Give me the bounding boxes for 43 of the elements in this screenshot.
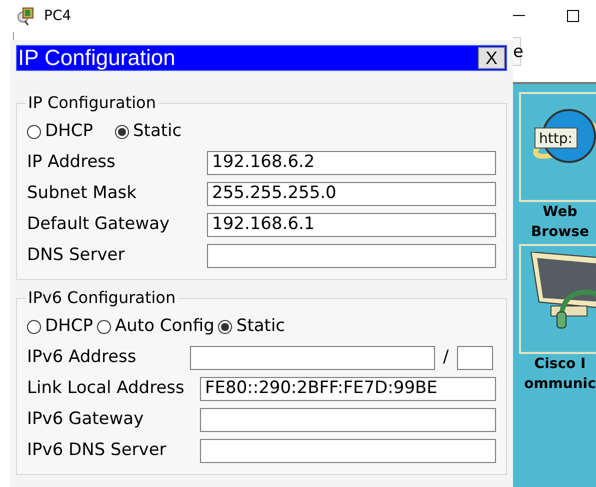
app-tile[interactable]: http: xyxy=(519,92,596,202)
input-field[interactable] xyxy=(200,408,496,432)
app-tile[interactable] xyxy=(519,244,596,354)
input-field[interactable]: 255.255.255.0 xyxy=(207,182,496,206)
group-title: IPv6 Configuration xyxy=(27,287,177,309)
radio-button[interactable] xyxy=(97,320,111,334)
radio-button[interactable] xyxy=(27,125,41,139)
input-field[interactable]: FE80::290:2BFF:FE7D:99BE xyxy=(200,376,496,400)
field-label: IP Address xyxy=(27,150,116,174)
radio-button[interactable] xyxy=(27,320,41,334)
input-field[interactable] xyxy=(207,244,496,268)
field-label: Subnet Mask xyxy=(27,182,138,205)
app-label: ommunic xyxy=(524,375,596,394)
radio-option[interactable]: Static xyxy=(218,314,286,340)
field-label: IPv6 DNS Server xyxy=(27,438,168,462)
app-label: Web xyxy=(542,203,578,222)
input-field[interactable] xyxy=(200,438,496,462)
radio-option[interactable]: Auto Config xyxy=(97,314,214,340)
minimize-icon xyxy=(513,15,525,17)
field-label: Default Gateway xyxy=(27,212,171,236)
input-field[interactable]: 192.168.6.2 xyxy=(207,150,496,174)
field-label: IPv6 Gateway xyxy=(27,408,145,431)
group-title: IP Configuration xyxy=(27,92,157,114)
window-title: PC4 xyxy=(44,6,72,26)
tab[interactable]: e xyxy=(513,37,521,66)
field-label: Link Local Address xyxy=(27,376,186,400)
radio-option[interactable]: DHCP xyxy=(27,314,93,340)
app-icon xyxy=(16,6,36,26)
app-label: Cisco I xyxy=(534,355,586,374)
input-field[interactable]: 192.168.6.1 xyxy=(207,212,496,236)
radio-option[interactable]: Static xyxy=(115,119,182,145)
radio-button[interactable] xyxy=(115,125,129,139)
close-button[interactable]: X xyxy=(478,47,505,69)
field-label: IPv6 Address xyxy=(27,346,138,369)
input-field[interactable] xyxy=(190,346,435,370)
prefix-separator: / xyxy=(443,346,449,369)
maximize-icon xyxy=(567,10,579,22)
dialog-title: IP Configuration xyxy=(18,46,176,70)
app-label: Browse xyxy=(531,223,589,242)
field-label: DNS Server xyxy=(27,244,126,267)
radio-option[interactable]: DHCP xyxy=(27,119,93,145)
prefix-field[interactable] xyxy=(456,346,493,370)
radio-button[interactable] xyxy=(218,320,232,334)
